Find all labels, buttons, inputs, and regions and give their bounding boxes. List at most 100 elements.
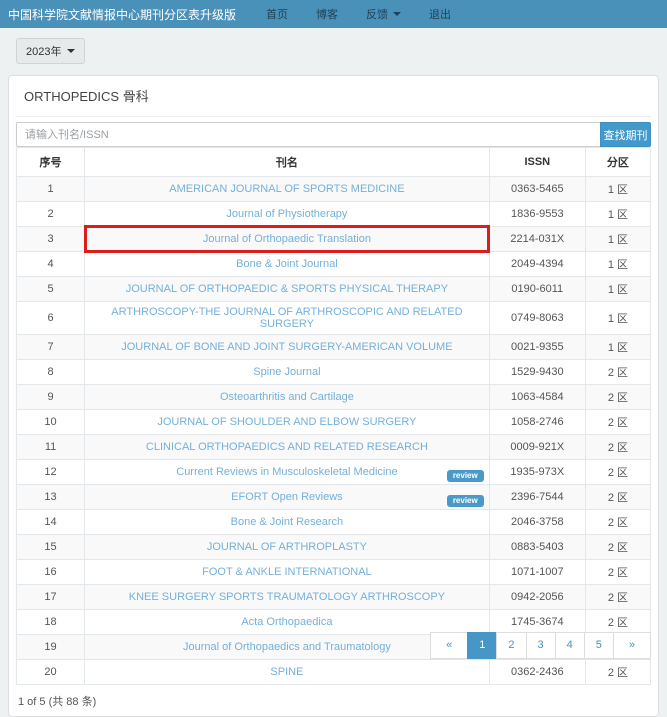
journal-link[interactable]: KNEE SURGERY SPORTS TRAUMATOLOGY ARTHROS… (129, 591, 445, 603)
journal-link[interactable]: Journal of Orthopaedic Translation (203, 233, 371, 245)
journal-link[interactable]: FOOT & ANKLE INTERNATIONAL (202, 566, 372, 578)
journal-link[interactable]: EFORT Open Reviews (231, 491, 342, 503)
journal-link[interactable]: SPINE (270, 666, 303, 678)
issn-cell: 0363-5465 (489, 177, 585, 202)
chevron-down-icon (67, 49, 75, 53)
row-index: 20 (17, 660, 85, 685)
table-row: 6 ARTHROSCOPY-THE JOURNAL OF ARTHROSCOPIC… (17, 302, 651, 335)
journal-link[interactable]: JOURNAL OF SHOULDER AND ELBOW SURGERY (157, 416, 416, 428)
issn-cell: 2214-031X (489, 227, 585, 252)
issn-cell: 2396-7544 (489, 485, 585, 510)
row-index: 12 (17, 460, 85, 485)
nav-item-博客[interactable]: 博客 (302, 0, 352, 29)
partition-cell: 1 区 (585, 252, 650, 277)
journal-link[interactable]: JOURNAL OF ARTHROPLASTY (207, 541, 367, 553)
pagination-item-5[interactable]: 5 (584, 632, 614, 659)
issn-cell: 1063-4584 (489, 385, 585, 410)
issn-cell: 0883-5403 (489, 535, 585, 560)
page-info: 1 of 5 (共 88 条) (18, 693, 651, 709)
partition-cell: 1 区 (585, 277, 650, 302)
table-row: 14Bone & Joint Research2046-37582 区 (17, 510, 651, 535)
partition-cell: 2 区 (585, 660, 650, 685)
table-row: 1 AMERICAN JOURNAL OF SPORTS MEDICINE 0363… (17, 177, 651, 202)
category-title: ORTHOPEDICS 骨科 (16, 83, 651, 117)
navbar: 中国科学院文献情报中心期刊分区表升级版 首页博客反馈 退出 (0, 0, 667, 28)
row-index: 9 (17, 385, 85, 410)
nav-item-反馈[interactable]: 反馈 (352, 0, 415, 29)
table-row: 10JOURNAL OF SHOULDER AND ELBOW SURGERY1… (17, 410, 651, 435)
journal-link[interactable]: Spine Journal (253, 366, 320, 378)
row-index: 13 (17, 485, 85, 510)
journal-link[interactable]: CLINICAL ORTHOPAEDICS AND RELATED RESEAR… (146, 441, 428, 453)
pagination-item-1[interactable]: 1 (467, 632, 497, 659)
site-brand[interactable]: 中国科学院文献情报中心期刊分区表升级版 (8, 6, 236, 23)
journal-name-cell: JOURNAL OF ARTHROPLASTY (85, 535, 490, 560)
journal-name-cell: Journal of Physiotherapy (85, 202, 490, 227)
column-header: 序号 (17, 148, 85, 177)
issn-cell: 1836-9553 (489, 202, 585, 227)
row-index: 6 (17, 302, 85, 335)
table-row: 7 JOURNAL OF BONE AND JOINT SURGERY-AMERI… (17, 335, 651, 360)
pagination-item-4[interactable]: 4 (555, 632, 585, 659)
journal-link[interactable]: Journal of Orthopaedics and Traumatology (183, 641, 391, 653)
journal-name-cell: Journal of Orthopaedics and Traumatology (85, 635, 490, 660)
journal-name-cell: JOURNAL OF ORTHOPAEDIC & SPORTS PHYSICAL… (85, 277, 490, 302)
partition-cell: 2 区 (585, 585, 650, 610)
journal-link[interactable]: AMERICAN JOURNAL OF SPORTS MEDICINE (169, 183, 404, 195)
journal-name-cell: SPINE (85, 660, 490, 685)
journal-link[interactable]: JOURNAL OF ORTHOPAEDIC & SPORTS PHYSICAL… (126, 283, 448, 295)
journal-name-cell: Osteoarthritis and Cartilage (85, 385, 490, 410)
journal-name-cell: KNEE SURGERY SPORTS TRAUMATOLOGY ARTHROS… (85, 585, 490, 610)
row-index: 3 (17, 227, 85, 252)
journal-name-cell: Spine Journal (85, 360, 490, 385)
journal-link[interactable]: Osteoarthritis and Cartilage (220, 391, 354, 403)
pagination-item-3[interactable]: 3 (526, 632, 556, 659)
partition-cell: 2 区 (585, 535, 650, 560)
column-header: ISSN (489, 148, 585, 177)
partition-cell: 2 区 (585, 435, 650, 460)
row-index: 11 (17, 435, 85, 460)
issn-cell: 0009-921X (489, 435, 585, 460)
partition-cell: 1 区 (585, 202, 650, 227)
nav-item-label: 反馈 (366, 6, 388, 22)
row-index: 14 (17, 510, 85, 535)
row-index: 1 (17, 177, 85, 202)
journal-name-cell: EFORT Open Reviewsreview (85, 485, 490, 510)
journal-link[interactable]: ARTHROSCOPY-THE JOURNAL OF ARTHROSCOPIC … (111, 306, 462, 330)
table-row: 16FOOT & ANKLE INTERNATIONAL1071-10072 区 (17, 560, 651, 585)
journal-name-cell: AMERICAN JOURNAL OF SPORTS MEDICINE (85, 177, 490, 202)
nav-links: 首页博客反馈 退出 (252, 0, 465, 29)
row-index: 19 (17, 635, 85, 660)
journal-link[interactable]: Bone & Joint Research (231, 516, 344, 528)
journal-link[interactable]: Bone & Joint Journal (236, 258, 338, 270)
journal-name-cell: Journal of Orthopaedic Translation (85, 227, 490, 252)
journal-name-cell: JOURNAL OF SHOULDER AND ELBOW SURGERY (85, 410, 490, 435)
year-dropdown-button[interactable]: 2023年 (16, 38, 85, 64)
partition-cell: 1 区 (585, 302, 650, 335)
search-journal-button[interactable]: 查找期刊 (600, 122, 651, 147)
journal-link[interactable]: Journal of Physiotherapy (226, 208, 347, 220)
journal-link[interactable]: Acta Orthopaedica (241, 616, 332, 628)
pagination-item-»[interactable]: » (613, 632, 651, 659)
journal-name-cell: Current Reviews in Musculoskeletal Medic… (85, 460, 490, 485)
partition-cell: 2 区 (585, 485, 650, 510)
row-index: 18 (17, 610, 85, 635)
journal-link[interactable]: JOURNAL OF BONE AND JOINT SURGERY-AMERIC… (121, 341, 452, 353)
nav-item-首页[interactable]: 首页 (252, 0, 302, 29)
issn-cell: 0362-2436 (489, 660, 585, 685)
journal-link[interactable]: Current Reviews in Musculoskeletal Medic… (176, 466, 397, 478)
pagination-item-2[interactable]: 2 (496, 632, 526, 659)
nav-item-退出[interactable]: 退出 (415, 0, 465, 29)
chevron-down-icon (393, 12, 401, 16)
column-header: 刊名 (85, 148, 490, 177)
pagination: «12345» (431, 632, 651, 659)
row-index: 7 (17, 335, 85, 360)
journal-table-body: 1 AMERICAN JOURNAL OF SPORTS MEDICINE 0363… (17, 177, 651, 685)
pagination-item-«[interactable]: « (430, 632, 468, 659)
partition-cell: 2 区 (585, 510, 650, 535)
partition-cell: 2 区 (585, 460, 650, 485)
journal-name-cell: Acta Orthopaedica (85, 610, 490, 635)
table-row: 17KNEE SURGERY SPORTS TRAUMATOLOGY ARTHR… (17, 585, 651, 610)
search-input[interactable] (16, 122, 600, 147)
row-index: 15 (17, 535, 85, 560)
